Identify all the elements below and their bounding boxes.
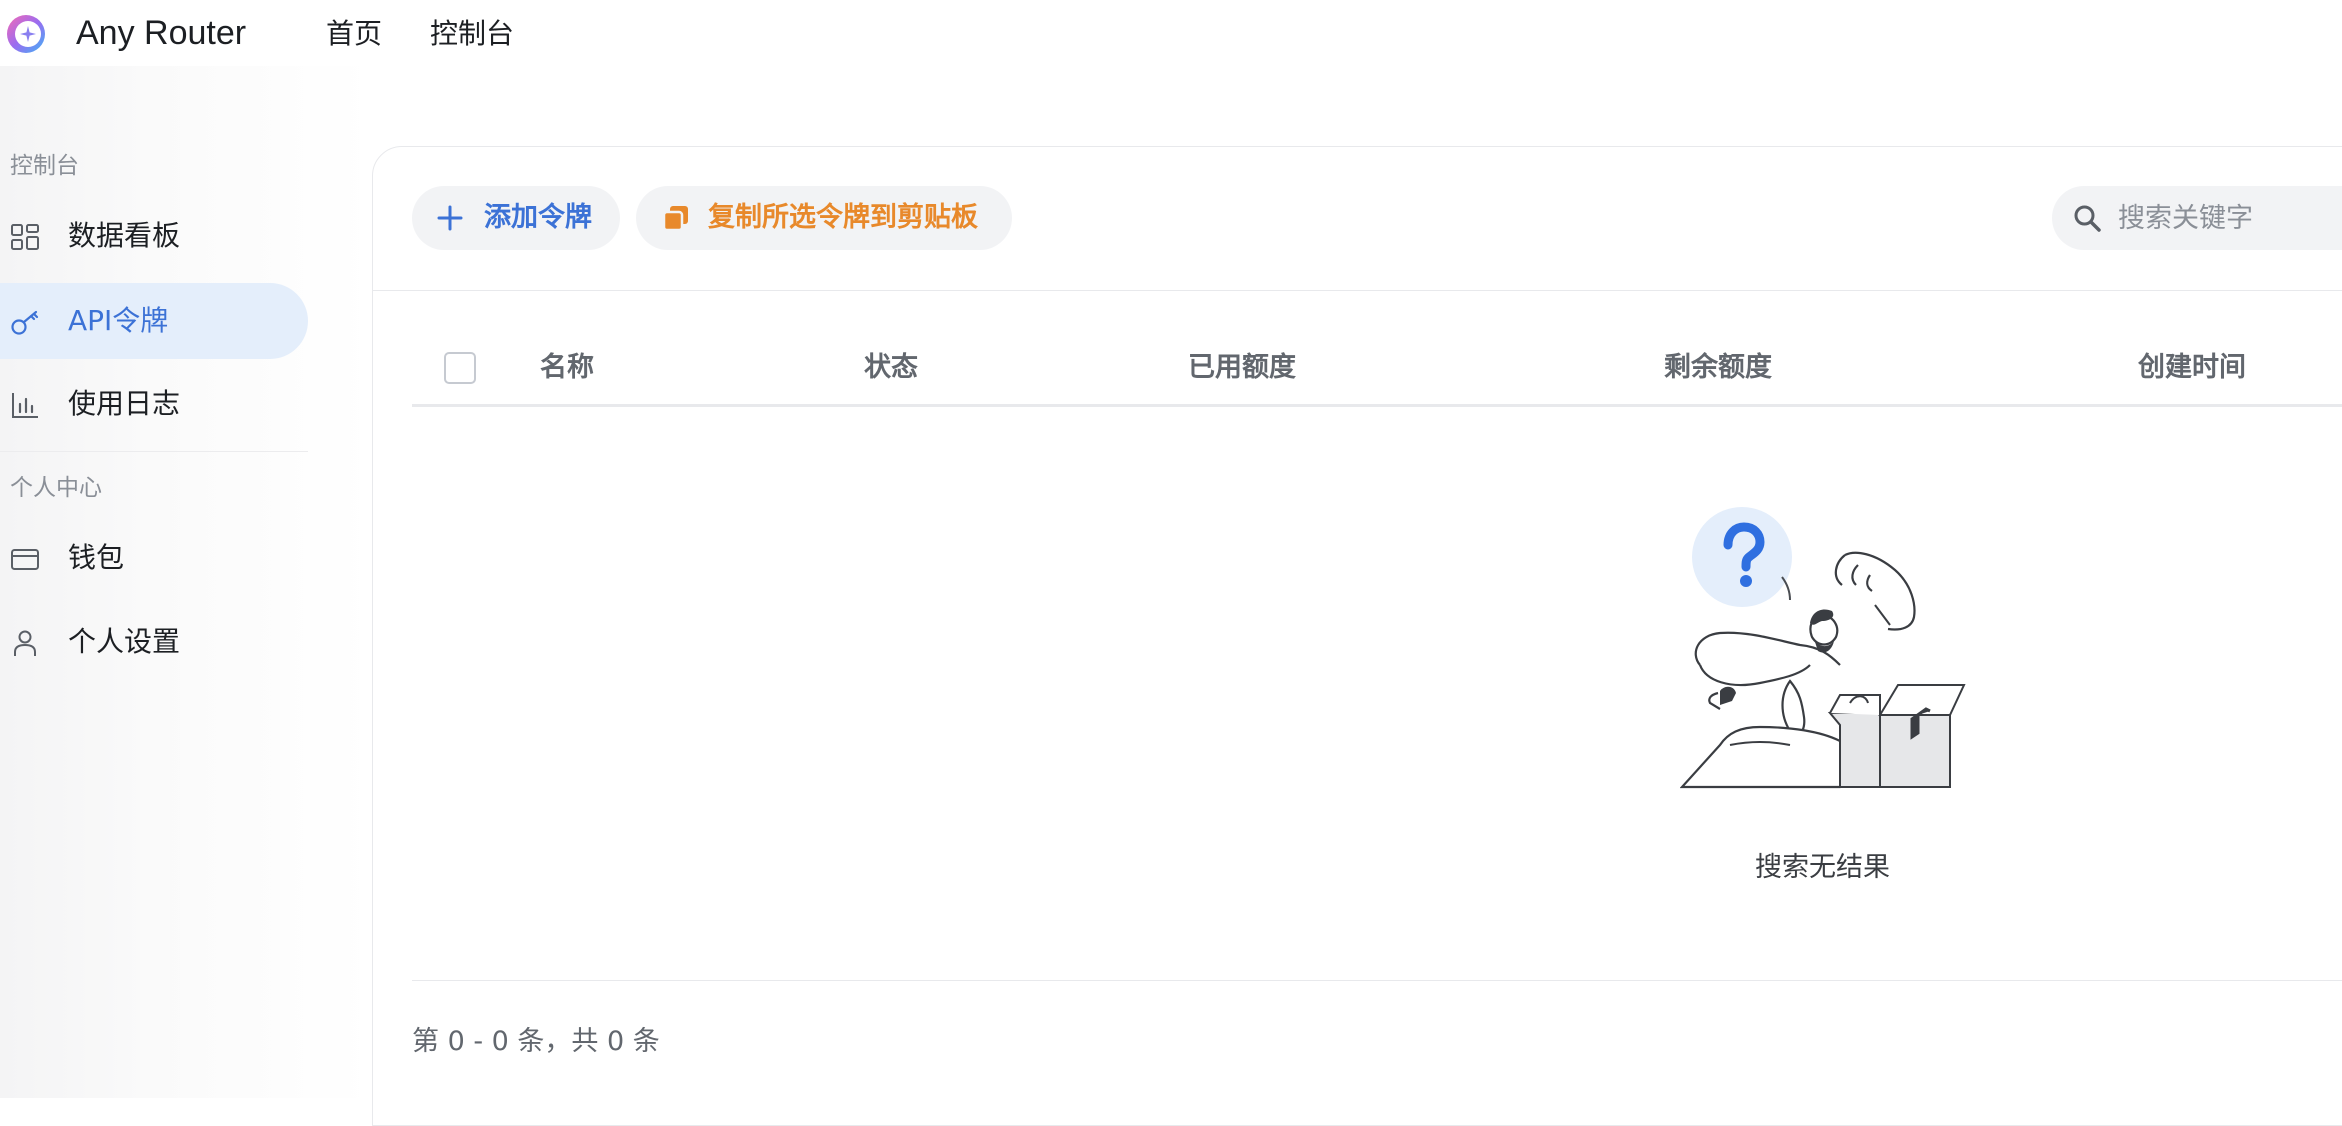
sidebar-item-label: 数据看板 — [68, 219, 181, 252]
sidebar-item-label: 使用日志 — [68, 387, 181, 420]
empty-state-illustration — [1680, 507, 1966, 789]
user-icon — [14, 630, 36, 656]
table-header-divider — [412, 404, 2342, 407]
top-header: Any Router 首页 控制台 — [0, 0, 2342, 66]
sidebar-item-wallet[interactable]: 钱包 — [0, 520, 308, 596]
copy-icon — [662, 206, 688, 232]
sidebar-item-settings[interactable]: 个人设置 — [0, 604, 308, 680]
sidebar-group-personal: 个人中心 — [10, 475, 102, 501]
column-header-remaining-quota[interactable]: 剩余额度 — [1664, 348, 1772, 388]
sidebar-item-label: 钱包 — [68, 541, 125, 574]
column-header-created-time[interactable]: 创建时间 — [2138, 348, 2246, 388]
sidebar-item-label: API令牌 — [68, 304, 169, 337]
search-icon — [2074, 205, 2101, 232]
toolbar-divider — [373, 290, 2342, 291]
sidebar-item-label: 个人设置 — [68, 625, 181, 658]
pagination-info: 第 0 - 0 条，共 0 条 — [412, 1026, 660, 1057]
column-header-name[interactable]: 名称 — [540, 348, 594, 388]
search-input[interactable] — [2118, 186, 2342, 250]
logo-icon[interactable] — [6, 14, 46, 54]
add-token-button[interactable]: 添加令牌 — [412, 186, 620, 250]
sidebar-divider — [0, 451, 308, 452]
wallet-icon — [11, 549, 39, 570]
search-box[interactable] — [2052, 186, 2342, 250]
nav-console[interactable]: 控制台 — [430, 12, 514, 56]
copy-selected-button[interactable]: 复制所选令牌到剪贴板 — [636, 186, 1012, 250]
app-title[interactable]: Any Router — [76, 10, 246, 56]
select-all-checkbox[interactable] — [444, 352, 476, 384]
sidebar-item-dashboard[interactable]: 数据看板 — [0, 198, 308, 274]
tokens-card — [372, 146, 2342, 1126]
bar-chart-icon — [12, 393, 38, 418]
plus-icon — [437, 205, 463, 231]
add-token-label: 添加令牌 — [484, 202, 592, 233]
sidebar-item-api-tokens[interactable]: API令牌 — [0, 283, 308, 359]
nav-home[interactable]: 首页 — [326, 12, 382, 56]
copy-selected-label: 复制所选令牌到剪贴板 — [708, 202, 978, 233]
column-header-status[interactable]: 状态 — [864, 348, 918, 388]
key-icon — [11, 310, 39, 335]
dashboard-icon — [11, 224, 39, 250]
column-header-used-quota[interactable]: 已用额度 — [1188, 348, 1296, 388]
sidebar-group-console: 控制台 — [10, 153, 79, 179]
empty-state-text: 搜索无结果 — [1755, 852, 1890, 883]
table-footer-divider — [412, 980, 2342, 981]
sidebar-item-usage-logs[interactable]: 使用日志 — [0, 366, 308, 442]
